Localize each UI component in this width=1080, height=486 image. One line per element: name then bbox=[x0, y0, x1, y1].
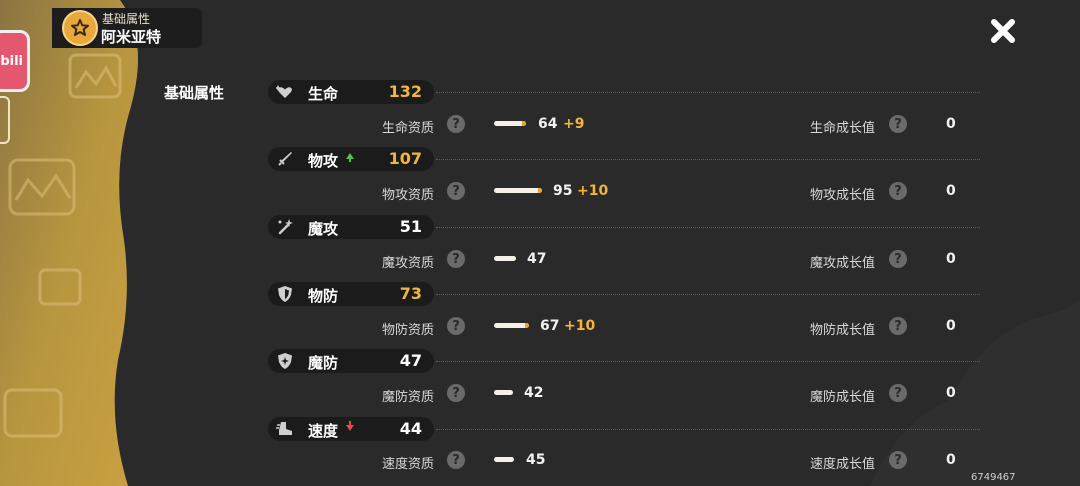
stat-atk: 物攻 107 bbox=[268, 147, 434, 171]
divider bbox=[436, 361, 980, 362]
close-icon bbox=[991, 19, 1015, 43]
magic-shield-icon bbox=[278, 353, 292, 369]
growth-value: 0 bbox=[946, 385, 956, 401]
stat-value: 44 bbox=[399, 419, 422, 438]
user-id: 6749467 bbox=[971, 472, 1016, 483]
stat-name: 物防 bbox=[308, 287, 339, 305]
growth-value: 0 bbox=[946, 183, 956, 199]
stat-name: 魔攻 bbox=[308, 220, 339, 238]
growth-value: 0 bbox=[946, 251, 956, 267]
stat-spd: 速度 44 bbox=[268, 417, 434, 441]
help-icon[interactable]: ? bbox=[447, 250, 465, 268]
growth-value: 0 bbox=[946, 116, 956, 132]
boot-icon bbox=[276, 422, 292, 435]
growth-label: 生命成长值 bbox=[810, 121, 876, 136]
growth-value: 0 bbox=[946, 452, 956, 468]
help-icon[interactable]: ? bbox=[889, 451, 907, 469]
help-icon[interactable]: ? bbox=[447, 451, 465, 469]
divider bbox=[436, 294, 980, 295]
stat-mdef: 魔防 47 bbox=[268, 349, 434, 373]
aptitude-bonus: +9 bbox=[563, 116, 585, 132]
bili-label: bili bbox=[0, 53, 23, 69]
growth-label: 魔防成长值 bbox=[810, 390, 876, 405]
arrow-down-icon bbox=[346, 421, 354, 431]
decorative-gold-panel bbox=[0, 0, 200, 486]
aptitude-bonus: +10 bbox=[564, 318, 596, 334]
stat-matk: 魔攻 51 bbox=[268, 215, 434, 239]
help-icon[interactable]: ? bbox=[447, 115, 465, 133]
bilibili-tab[interactable]: bili bbox=[0, 30, 30, 92]
arrow-up-icon bbox=[346, 153, 354, 162]
pet-name-title: 阿米亚特 bbox=[101, 28, 162, 46]
aptitude-value: 47 bbox=[527, 251, 547, 267]
help-icon[interactable]: ? bbox=[447, 317, 465, 335]
aptitude-value: 67 bbox=[540, 318, 560, 334]
stat-value: 47 bbox=[399, 351, 422, 370]
aptitude-value: 45 bbox=[526, 452, 546, 468]
aptitude-bar bbox=[494, 256, 516, 261]
stat-name: 物攻 bbox=[308, 152, 339, 170]
sword-icon bbox=[278, 152, 292, 166]
aptitude-bar bbox=[494, 121, 526, 126]
aptitude-bar bbox=[494, 323, 529, 328]
aptitude-value: 42 bbox=[524, 385, 544, 401]
divider bbox=[436, 429, 980, 430]
stat-value: 73 bbox=[399, 284, 422, 303]
star-icon bbox=[62, 10, 98, 46]
stat-value: 132 bbox=[388, 82, 422, 101]
stat-value: 107 bbox=[388, 149, 422, 168]
stat-name: 速度 bbox=[308, 422, 339, 440]
wand-icon bbox=[278, 219, 293, 235]
divider bbox=[436, 227, 980, 228]
help-icon[interactable]: ? bbox=[889, 317, 907, 335]
section-title: 基础属性 bbox=[164, 84, 225, 102]
growth-value: 0 bbox=[946, 318, 956, 334]
aptitude-label: 魔攻资质 bbox=[382, 256, 435, 271]
aptitude-label: 物防资质 bbox=[382, 323, 435, 338]
side-tab[interactable] bbox=[0, 96, 10, 144]
growth-label: 速度成长值 bbox=[810, 457, 876, 472]
aptitude-label: 生命资质 bbox=[382, 121, 435, 136]
shield-icon bbox=[278, 286, 292, 302]
stat-name: 生命 bbox=[308, 85, 339, 103]
growth-label: 物防成长值 bbox=[810, 323, 876, 338]
help-icon[interactable]: ? bbox=[447, 384, 465, 402]
close-button[interactable] bbox=[986, 14, 1020, 48]
aptitude-label: 魔防资质 bbox=[382, 390, 435, 405]
growth-label: 魔攻成长值 bbox=[810, 256, 876, 271]
aptitude-bar bbox=[494, 188, 542, 193]
aptitude-label: 速度资质 bbox=[382, 457, 435, 472]
aptitude-bar bbox=[494, 390, 513, 395]
aptitude-value: 64 bbox=[538, 116, 558, 132]
aptitude-bonus: +10 bbox=[577, 183, 609, 199]
help-icon[interactable]: ? bbox=[889, 115, 907, 133]
stat-def: 物防 73 bbox=[268, 282, 434, 306]
growth-label: 物攻成长值 bbox=[810, 188, 876, 203]
help-icon[interactable]: ? bbox=[447, 182, 465, 200]
aptitude-bar bbox=[494, 457, 514, 462]
help-icon[interactable]: ? bbox=[889, 250, 907, 268]
stat-value: 51 bbox=[399, 217, 422, 236]
help-icon[interactable]: ? bbox=[889, 182, 907, 200]
header-subtitle: 基础属性 bbox=[102, 12, 151, 26]
help-icon[interactable]: ? bbox=[889, 384, 907, 402]
stat-hp: 生命 132 bbox=[268, 80, 434, 104]
stat-name: 魔防 bbox=[308, 354, 339, 372]
heart-sparkle-icon bbox=[276, 85, 292, 98]
divider bbox=[436, 159, 980, 160]
aptitude-value: 95 bbox=[553, 183, 573, 199]
aptitude-label: 物攻资质 bbox=[382, 188, 435, 203]
divider bbox=[436, 92, 980, 93]
